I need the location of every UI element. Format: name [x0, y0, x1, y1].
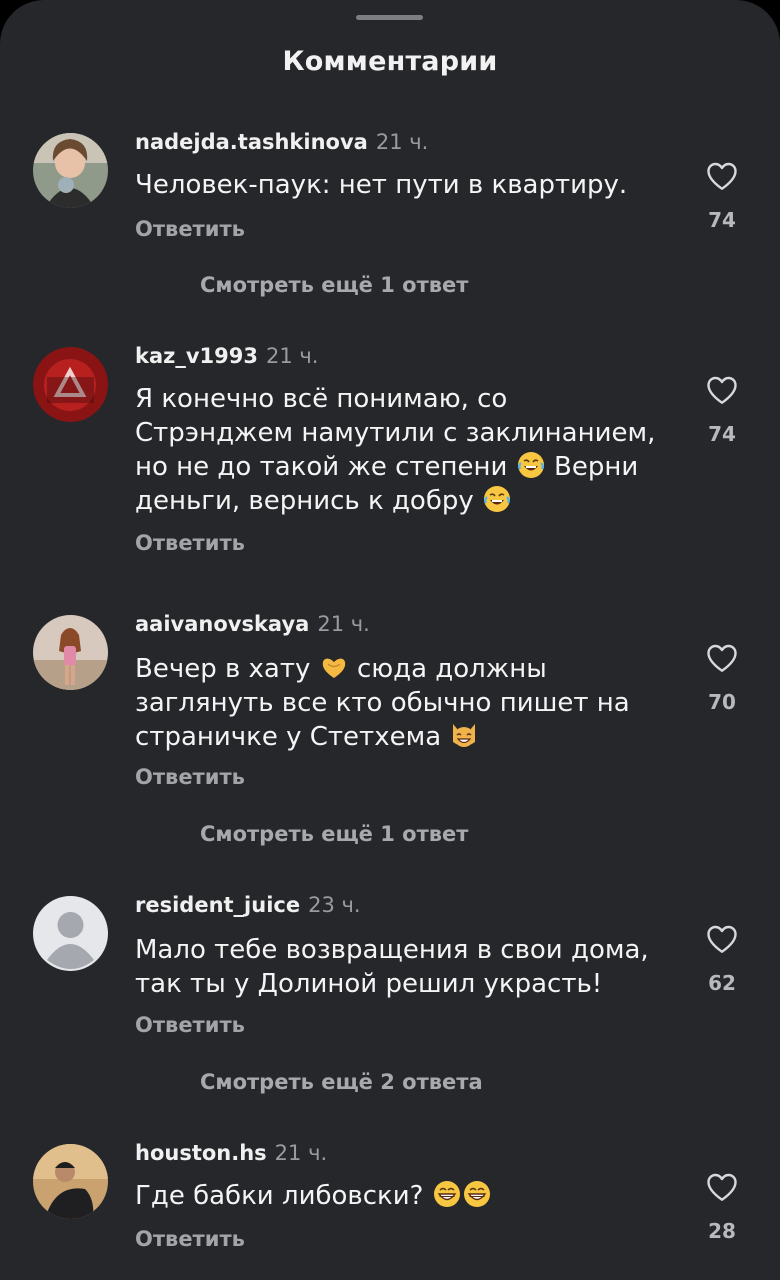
timestamp: 21 ч. [266, 344, 319, 368]
comment-fragment: Где бабки либовски? [135, 1181, 424, 1211]
heart-icon[interactable] [704, 372, 740, 408]
reply-button[interactable]: Ответить [135, 1227, 245, 1251]
comments-sheet: Комментарии nadejda.tashkinova 21 ч. Чело… [0, 0, 780, 1280]
face-with-tears-of-joy-emoji [482, 484, 512, 514]
reply-button[interactable]: Ответить [135, 1013, 245, 1037]
avatar[interactable] [33, 896, 108, 971]
username[interactable]: nadejda.tashkinova [135, 130, 368, 154]
grinning-cat-emoji [449, 720, 479, 750]
timestamp: 21 ч. [274, 1141, 328, 1165]
heart-icon[interactable] [704, 158, 740, 194]
comment-line: так ты у Долиной решил украсть! [135, 969, 603, 999]
like-control: 28 [702, 1169, 742, 1243]
comment-text: Я конечно всё понимаю, со Стрэнджем наму… [135, 382, 675, 518]
comment-text: Где бабки либовски? [135, 1179, 675, 1213]
timestamp: 23 ч. [308, 893, 361, 917]
timestamp: 21 ч. [375, 130, 429, 154]
timestamp: 21 ч. [317, 612, 370, 636]
reply-button[interactable]: Ответить [135, 531, 245, 555]
like-count: 74 [708, 422, 736, 446]
grinning-face-emoji [462, 1179, 492, 1209]
sheet-title: Комментарии [282, 46, 498, 77]
avatar[interactable] [33, 133, 108, 208]
like-control: 70 [702, 640, 742, 714]
username[interactable]: houston.hs [135, 1141, 267, 1165]
heart-icon[interactable] [704, 921, 740, 957]
rolling-on-floor-laughing-emoji [516, 450, 546, 480]
comment-text: Вечер в хату сюда должны заглянуть все к… [135, 652, 675, 754]
like-count: 62 [708, 971, 736, 995]
like-control: 74 [702, 372, 742, 446]
comment-fragment: но не до такой же степени [135, 452, 508, 482]
comment-line: Я конечно всё понимаю, со [135, 384, 508, 414]
comment-text: Человек-паук: нет пути в квартиру. [135, 170, 628, 200]
like-count: 74 [708, 208, 736, 232]
heart-icon[interactable] [704, 1169, 740, 1205]
like-count: 28 [708, 1219, 736, 1243]
comment-line: Мало тебе возвращения в свои дома, [135, 935, 649, 965]
comment-fragment: Вечер в хату [135, 654, 311, 684]
comment-line: страничке у Стетхема [135, 720, 675, 754]
comment-fragment: Верни [553, 452, 639, 482]
comment-fragment: сюда должны [356, 654, 547, 684]
comment-line: заглянуть все кто обычно пишет на [135, 688, 630, 718]
drag-handle[interactable] [356, 15, 423, 20]
reply-button[interactable]: Ответить [135, 765, 245, 789]
username[interactable]: resident_juice [135, 893, 300, 917]
comment-fragment: страничке у Стетхема [135, 722, 442, 752]
avatar[interactable] [33, 615, 108, 690]
comment-text: Мало тебе возвращения в свои дома, так т… [135, 933, 675, 1001]
avatar[interactable] [33, 1144, 108, 1219]
comment-line: Вечер в хату сюда должны [135, 652, 675, 686]
like-control: 62 [702, 921, 742, 995]
username[interactable]: kaz_v1993 [135, 344, 258, 368]
like-control: 74 [702, 158, 742, 232]
heart-hands-emoji [319, 652, 349, 682]
like-count: 70 [708, 690, 736, 714]
reply-button[interactable]: Ответить [135, 217, 245, 241]
avatar[interactable] [33, 347, 108, 422]
username[interactable]: aaivanovskaya [135, 612, 309, 636]
comment-line: но не до такой же степени Верни [135, 450, 675, 484]
grinning-face-emoji [432, 1179, 462, 1209]
view-more-replies[interactable]: Смотреть ещё 2 ответа [200, 1070, 483, 1094]
heart-icon[interactable] [704, 640, 740, 676]
view-more-replies[interactable]: Смотреть ещё 1 ответ [200, 822, 468, 846]
view-more-replies[interactable]: Смотреть ещё 1 ответ [200, 273, 468, 297]
comment-fragment: деньги, вернись к добру [135, 486, 474, 516]
comment-line: Стрэнджем намутили с заклинанием, [135, 418, 656, 448]
comment-line: деньги, вернись к добру [135, 484, 675, 518]
